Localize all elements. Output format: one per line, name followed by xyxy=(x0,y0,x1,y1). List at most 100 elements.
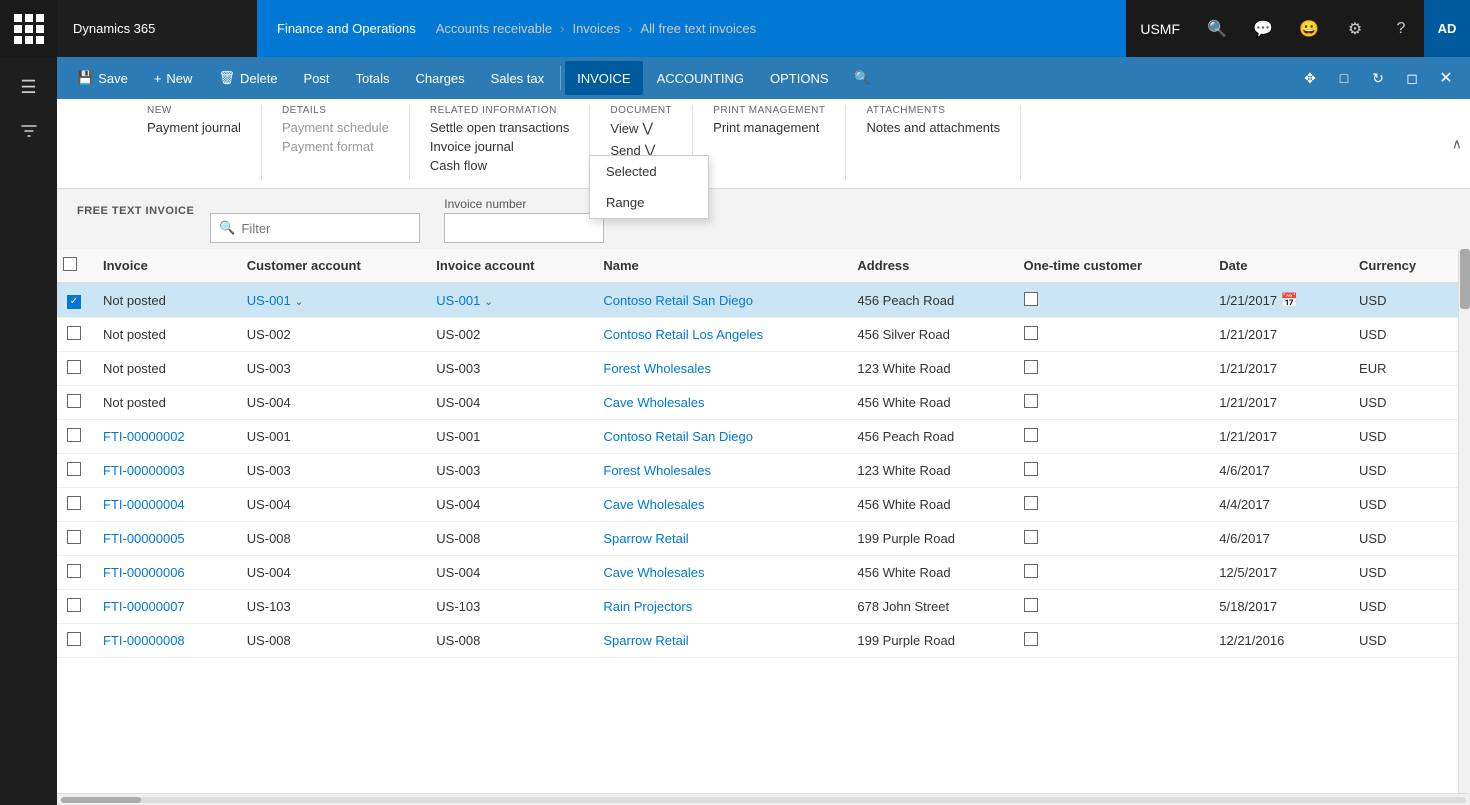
row-date[interactable]: 4/6/2017 xyxy=(1209,454,1349,488)
table-wrap[interactable]: Invoice Customer account Invoice account… xyxy=(57,249,1458,793)
new-button[interactable]: + New xyxy=(142,61,205,95)
header-checkbox[interactable] xyxy=(63,257,77,271)
row-invoice-account[interactable]: US-004 xyxy=(426,386,593,420)
one-time-checkbox[interactable] xyxy=(1024,428,1038,442)
notes-attachments-link[interactable]: Notes and attachments xyxy=(866,120,1000,135)
row-customer-account[interactable]: US-008 xyxy=(237,624,427,658)
one-time-checkbox[interactable] xyxy=(1024,394,1038,408)
one-time-checkbox[interactable] xyxy=(1024,326,1038,340)
hamburger-icon[interactable]: ☰ xyxy=(7,67,51,107)
row-one-time[interactable] xyxy=(1014,488,1210,522)
row-date[interactable]: 1/21/2017 📅 xyxy=(1209,283,1349,318)
one-time-checkbox[interactable] xyxy=(1024,360,1038,374)
salestax-button[interactable]: Sales tax xyxy=(479,61,556,95)
row-invoice-account[interactable]: US-003 xyxy=(426,454,593,488)
row-checkbox[interactable] xyxy=(67,326,81,340)
one-time-checkbox[interactable] xyxy=(1024,598,1038,612)
payment-format-link[interactable]: Payment format xyxy=(282,139,374,154)
row-checkbox-cell[interactable] xyxy=(57,454,93,488)
row-customer-account[interactable]: US-004 xyxy=(237,556,427,590)
row-checkbox-cell[interactable] xyxy=(57,488,93,522)
vert-scrollbar-thumb[interactable] xyxy=(1460,249,1470,309)
row-date[interactable]: 1/21/2017 xyxy=(1209,318,1349,352)
row-invoice-account[interactable]: US-008 xyxy=(426,522,593,556)
row-invoice-account[interactable]: US-001 xyxy=(426,420,593,454)
print-management-link[interactable]: Print management xyxy=(713,120,819,135)
row-customer-account[interactable]: US-001 xyxy=(237,420,427,454)
one-time-checkbox[interactable] xyxy=(1024,564,1038,578)
row-invoice[interactable]: FTI-00000008 xyxy=(93,624,237,658)
options-tab[interactable]: OPTIONS xyxy=(758,61,841,95)
settle-transactions-link[interactable]: Settle open transactions xyxy=(430,120,569,135)
row-checkbox[interactable] xyxy=(67,598,81,612)
settings-icon[interactable]: ⚙ xyxy=(1332,0,1378,57)
one-time-checkbox[interactable] xyxy=(1024,496,1038,510)
post-button[interactable]: Post xyxy=(292,61,342,95)
row-checkbox-cell[interactable]: ✓ xyxy=(57,283,93,318)
apps-button[interactable] xyxy=(0,0,57,57)
payment-journal-link[interactable]: Payment journal xyxy=(147,120,241,135)
row-one-time[interactable] xyxy=(1014,624,1210,658)
row-invoice-account[interactable]: US-004 xyxy=(426,556,593,590)
row-customer-account[interactable]: US-103 xyxy=(237,590,427,624)
row-date[interactable]: 12/21/2016 xyxy=(1209,624,1349,658)
row-customer-account[interactable]: US-008 xyxy=(237,522,427,556)
row-one-time[interactable] xyxy=(1014,318,1210,352)
accounting-tab[interactable]: ACCOUNTING xyxy=(645,61,756,95)
invoice-journal-link[interactable]: Invoice journal xyxy=(430,139,514,154)
delete-button[interactable]: 🗑 Delete xyxy=(206,61,289,95)
print-range-item[interactable]: Range xyxy=(590,187,708,218)
row-invoice[interactable]: Not posted xyxy=(93,386,237,420)
ribbon-collapse-button[interactable]: ∧ xyxy=(1452,135,1462,152)
cash-flow-link[interactable]: Cash flow xyxy=(430,158,487,173)
row-invoice-account[interactable]: US-008 xyxy=(426,624,593,658)
row-one-time[interactable] xyxy=(1014,386,1210,420)
header-address[interactable]: Address xyxy=(847,249,1013,283)
row-invoice-account[interactable]: US-004 xyxy=(426,488,593,522)
filter-input[interactable] xyxy=(241,221,411,236)
row-checkbox-cell[interactable] xyxy=(57,352,93,386)
row-date[interactable]: 4/4/2017 xyxy=(1209,488,1349,522)
row-checkbox[interactable] xyxy=(67,360,81,374)
row-customer-account[interactable]: US-002 xyxy=(237,318,427,352)
row-checkbox[interactable] xyxy=(67,530,81,544)
row-date[interactable]: 1/21/2017 xyxy=(1209,420,1349,454)
row-checkbox-cell[interactable] xyxy=(57,624,93,658)
row-customer-account[interactable]: US-004 xyxy=(237,386,427,420)
office-icon[interactable]: □ xyxy=(1328,62,1360,94)
row-checkbox[interactable] xyxy=(67,462,81,476)
save-button[interactable]: 💾 Save xyxy=(65,61,140,95)
row-date[interactable]: 1/21/2017 xyxy=(1209,386,1349,420)
one-time-checkbox[interactable] xyxy=(1024,530,1038,544)
row-invoice[interactable]: FTI-00000007 xyxy=(93,590,237,624)
one-time-checkbox[interactable] xyxy=(1024,462,1038,476)
row-invoice[interactable]: Not posted xyxy=(93,352,237,386)
row-checkbox[interactable] xyxy=(67,564,81,578)
header-customer-account[interactable]: Customer account xyxy=(237,249,427,283)
row-one-time[interactable] xyxy=(1014,590,1210,624)
header-one-time[interactable]: One-time customer xyxy=(1014,249,1210,283)
row-checkbox[interactable] xyxy=(67,632,81,646)
header-currency[interactable]: Currency xyxy=(1349,249,1458,283)
chat-icon[interactable]: 💬 xyxy=(1240,0,1286,57)
row-checkbox-cell[interactable] xyxy=(57,318,93,352)
row-checkbox[interactable] xyxy=(67,394,81,408)
invoice-number-input[interactable] xyxy=(444,213,604,243)
help-icon[interactable]: ? xyxy=(1378,0,1424,57)
row-invoice[interactable]: FTI-00000003 xyxy=(93,454,237,488)
row-date[interactable]: 1/21/2017 xyxy=(1209,352,1349,386)
horizontal-scrollbar[interactable] xyxy=(57,793,1470,805)
open-new-icon[interactable]: ◻ xyxy=(1396,62,1428,94)
row-date[interactable]: 5/18/2017 xyxy=(1209,590,1349,624)
row-date[interactable]: 12/5/2017 xyxy=(1209,556,1349,590)
header-invoice-account[interactable]: Invoice account xyxy=(426,249,593,283)
row-one-time[interactable] xyxy=(1014,283,1210,318)
row-one-time[interactable] xyxy=(1014,420,1210,454)
row-date[interactable]: 4/6/2017 xyxy=(1209,522,1349,556)
search-icon-topbar[interactable]: 🔍 xyxy=(1194,0,1240,57)
breadcrumb-ar[interactable]: Accounts receivable xyxy=(436,21,552,36)
row-one-time[interactable] xyxy=(1014,454,1210,488)
row-checkbox-cell[interactable] xyxy=(57,590,93,624)
row-checkbox[interactable] xyxy=(67,428,81,442)
one-time-checkbox[interactable] xyxy=(1024,292,1038,306)
